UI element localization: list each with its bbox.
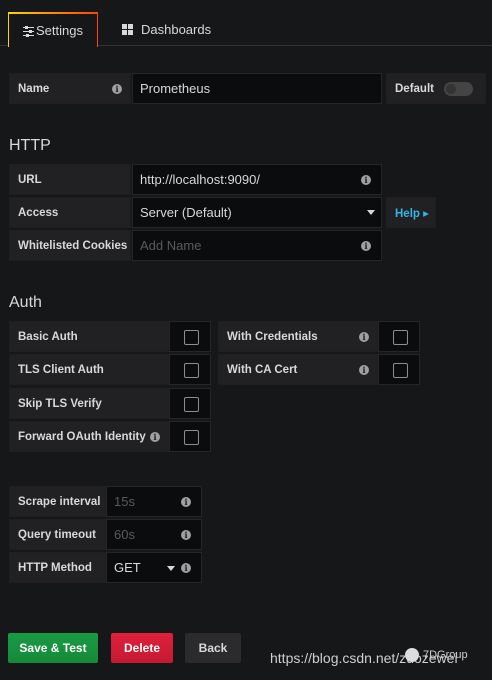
name-label-text: Name: [18, 82, 50, 95]
basic-auth-checkbox[interactable]: [169, 321, 211, 352]
with-ca-cert-text: With CA Cert: [227, 363, 298, 376]
tls-client-auth-label: TLS Client Auth: [9, 354, 169, 385]
checkbox[interactable]: [393, 363, 408, 378]
http-method-select[interactable]: GET i: [106, 552, 202, 583]
default-toggle[interactable]: [444, 82, 473, 96]
info-icon[interactable]: i: [361, 240, 371, 251]
wechat-icon: [405, 648, 419, 662]
url-input[interactable]: http://localhost:9090/ i: [132, 164, 382, 195]
basic-auth-label: Basic Auth: [9, 321, 169, 352]
url-label: URL: [9, 164, 131, 195]
http-method-text: HTTP Method: [18, 561, 92, 574]
watermark-brand-text: 7DGroup: [423, 649, 468, 661]
chevron-down-icon: [367, 210, 375, 215]
forward-oauth-text: Forward OAuth Identity: [18, 430, 146, 443]
back-button[interactable]: Back: [185, 633, 241, 663]
query-timeout-label: Query timeout: [9, 519, 106, 550]
cookies-placeholder: Add Name: [140, 238, 202, 253]
info-icon[interactable]: i: [361, 174, 371, 185]
checkbox[interactable]: [184, 330, 199, 345]
tab-dashboards[interactable]: Dashboards: [108, 12, 225, 47]
toggle-knob: [446, 84, 456, 94]
scrape-interval-input[interactable]: 15s i: [106, 486, 202, 517]
checkbox[interactable]: [184, 363, 199, 378]
info-icon[interactable]: i: [112, 83, 122, 94]
help-label: Help ▸: [395, 207, 429, 220]
cookies-label: Whitelisted Cookies: [9, 230, 131, 261]
chevron-down-icon: [167, 566, 175, 571]
with-credentials-checkbox[interactable]: [378, 321, 420, 352]
info-icon[interactable]: i: [359, 331, 369, 342]
http-section-title: HTTP: [9, 137, 51, 154]
checkbox[interactable]: [393, 330, 408, 345]
query-timeout-text: Query timeout: [18, 528, 96, 541]
with-ca-cert-label: With CA Cert i: [218, 354, 378, 385]
access-value: Server (Default): [140, 205, 232, 220]
forward-oauth-label: Forward OAuth Identity i: [9, 421, 169, 452]
with-ca-cert-checkbox[interactable]: [378, 354, 420, 385]
tls-client-auth-checkbox[interactable]: [169, 354, 211, 385]
query-timeout-input[interactable]: 60s i: [106, 519, 202, 550]
skip-tls-verify-checkbox[interactable]: [169, 388, 211, 419]
auth-section-title: Auth: [9, 294, 42, 311]
access-label-text: Access: [18, 206, 59, 219]
query-timeout-placeholder: 60s: [114, 527, 135, 542]
tab-bar: Settings Dashboards: [0, 0, 492, 47]
with-credentials-label: With Credentials i: [218, 321, 378, 352]
tab-settings[interactable]: Settings: [8, 12, 98, 47]
info-icon[interactable]: i: [150, 431, 160, 442]
forward-oauth-checkbox[interactable]: [169, 421, 211, 452]
skip-tls-verify-label: Skip TLS Verify: [9, 388, 169, 419]
cookies-input[interactable]: Add Name i: [132, 230, 382, 261]
default-label-text: Default: [395, 82, 434, 95]
info-icon[interactable]: i: [359, 364, 369, 375]
name-input[interactable]: Prometheus: [132, 73, 382, 104]
save-test-button[interactable]: Save & Test: [8, 633, 98, 663]
help-button[interactable]: Help ▸: [386, 197, 436, 228]
info-icon[interactable]: i: [181, 562, 191, 573]
scrape-interval-text: Scrape interval: [18, 495, 101, 508]
skip-tls-verify-text: Skip TLS Verify: [18, 397, 102, 410]
watermark-brand: 7DGroup: [405, 648, 468, 662]
name-value: Prometheus: [140, 81, 211, 96]
info-icon[interactable]: i: [181, 529, 191, 540]
tls-client-auth-text: TLS Client Auth: [18, 363, 104, 376]
url-label-text: URL: [18, 173, 42, 186]
url-value: http://localhost:9090/: [140, 172, 260, 187]
cookies-label-text: Whitelisted Cookies: [18, 239, 128, 252]
checkbox[interactable]: [184, 397, 199, 412]
checkbox[interactable]: [184, 430, 199, 445]
access-label: Access: [9, 197, 131, 228]
http-method-label: HTTP Method: [9, 552, 106, 583]
sliders-icon: [23, 25, 34, 37]
with-credentials-text: With Credentials: [227, 330, 318, 343]
basic-auth-text: Basic Auth: [18, 330, 78, 343]
access-select[interactable]: Server (Default): [132, 197, 382, 228]
name-label: Name i: [9, 73, 131, 104]
scrape-interval-placeholder: 15s: [114, 494, 135, 509]
tab-dashboards-label: Dashboards: [141, 22, 212, 37]
delete-button[interactable]: Delete: [111, 633, 173, 663]
grid-icon: [122, 24, 133, 35]
info-icon[interactable]: i: [181, 496, 191, 507]
tab-settings-label: Settings: [36, 23, 83, 38]
scrape-interval-label: Scrape interval: [9, 486, 106, 517]
http-method-value: GET: [114, 560, 141, 575]
